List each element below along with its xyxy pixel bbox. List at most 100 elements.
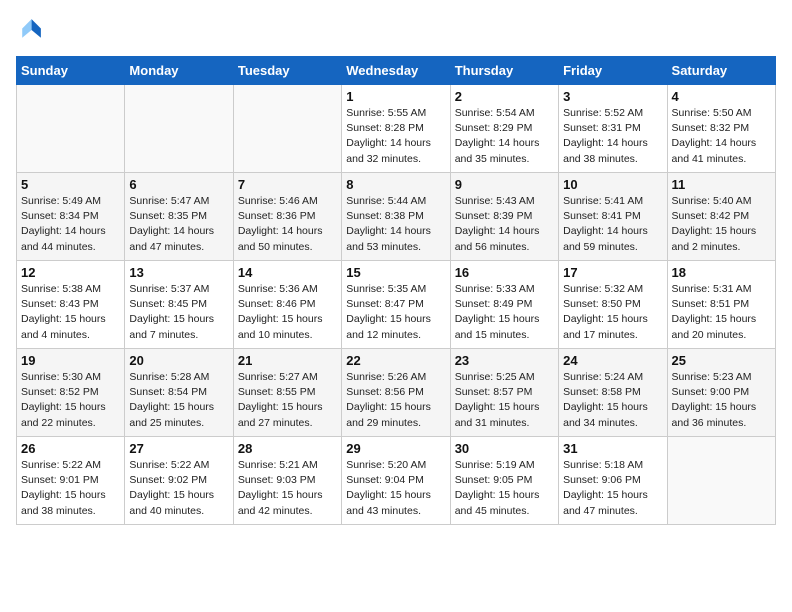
calendar-day-cell: 25Sunrise: 5:23 AMSunset: 9:00 PMDayligh…	[667, 349, 775, 437]
day-info: Sunrise: 5:28 AMSunset: 8:54 PMDaylight:…	[129, 370, 228, 431]
calendar-day-cell: 12 Sunrise: 5:38 AMSunset: 8:43 PMDayligh…	[17, 261, 125, 349]
day-number: 8	[346, 177, 445, 192]
day-number: 19	[21, 353, 120, 368]
day-number: 22	[346, 353, 445, 368]
calendar-day-cell: 20 Sunrise: 5:28 AMSunset: 8:54 PMDayligh…	[125, 349, 233, 437]
day-info: Sunrise: 5:50 AMSunset: 8:32 PMDaylight:…	[672, 106, 771, 167]
day-info: Sunrise: 5:27 AMSunset: 8:55 PMDaylight:…	[238, 370, 337, 431]
day-info: Sunrise: 5:20 AMSunset: 9:04 PMDaylight:…	[346, 458, 445, 519]
day-number: 20	[129, 353, 228, 368]
day-info: Sunrise: 5:49 AMSunset: 8:34 PMDaylight:…	[21, 194, 120, 255]
day-number: 26	[21, 441, 120, 456]
day-info: Sunrise: 5:22 AMSunset: 9:02 PMDaylight:…	[129, 458, 228, 519]
day-info: Sunrise: 5:31 AMSunset: 8:51 PMDaylight:…	[672, 282, 771, 343]
calendar-day-cell: 18 Sunrise: 5:31 AMSunset: 8:51 PMDayligh…	[667, 261, 775, 349]
day-number: 28	[238, 441, 337, 456]
calendar-day-cell: 28 Sunrise: 5:21 AMSunset: 9:03 PMDayligh…	[233, 437, 341, 525]
calendar-day-cell: 4 Sunrise: 5:50 AMSunset: 8:32 PMDaylight…	[667, 85, 775, 173]
day-number: 16	[455, 265, 554, 280]
calendar-week-row: 26 Sunrise: 5:22 AMSunset: 9:01 PMDayligh…	[17, 437, 776, 525]
day-info: Sunrise: 5:30 AMSunset: 8:52 PMDaylight:…	[21, 370, 120, 431]
day-number: 30	[455, 441, 554, 456]
calendar-day-cell: 1 Sunrise: 5:55 AMSunset: 8:28 PMDaylight…	[342, 85, 450, 173]
calendar-day-cell: 26 Sunrise: 5:22 AMSunset: 9:01 PMDayligh…	[17, 437, 125, 525]
calendar-day-cell	[233, 85, 341, 173]
day-info: Sunrise: 5:33 AMSunset: 8:49 PMDaylight:…	[455, 282, 554, 343]
calendar-day-cell: 9 Sunrise: 5:43 AMSunset: 8:39 PMDaylight…	[450, 173, 558, 261]
day-info: Sunrise: 5:18 AMSunset: 9:06 PMDaylight:…	[563, 458, 662, 519]
day-number: 15	[346, 265, 445, 280]
day-info: Sunrise: 5:44 AMSunset: 8:38 PMDaylight:…	[346, 194, 445, 255]
logo-icon	[16, 16, 44, 44]
day-info: Sunrise: 5:32 AMSunset: 8:50 PMDaylight:…	[563, 282, 662, 343]
day-info: Sunrise: 5:35 AMSunset: 8:47 PMDaylight:…	[346, 282, 445, 343]
calendar-day-cell: 5 Sunrise: 5:49 AMSunset: 8:34 PMDaylight…	[17, 173, 125, 261]
calendar-day-cell: 7 Sunrise: 5:46 AMSunset: 8:36 PMDaylight…	[233, 173, 341, 261]
calendar-day-cell: 3Sunrise: 5:52 AMSunset: 8:31 PMDaylight…	[559, 85, 667, 173]
calendar-day-cell: 21Sunrise: 5:27 AMSunset: 8:55 PMDayligh…	[233, 349, 341, 437]
day-info: Sunrise: 5:38 AMSunset: 8:43 PMDaylight:…	[21, 282, 120, 343]
calendar-table: SundayMondayTuesdayWednesdayThursdayFrid…	[16, 56, 776, 525]
day-number: 31	[563, 441, 662, 456]
day-info: Sunrise: 5:22 AMSunset: 9:01 PMDaylight:…	[21, 458, 120, 519]
day-number: 4	[672, 89, 771, 104]
day-number: 27	[129, 441, 228, 456]
day-number: 14	[238, 265, 337, 280]
calendar-day-cell: 17Sunrise: 5:32 AMSunset: 8:50 PMDayligh…	[559, 261, 667, 349]
calendar-week-row: 12 Sunrise: 5:38 AMSunset: 8:43 PMDayligh…	[17, 261, 776, 349]
day-info: Sunrise: 5:46 AMSunset: 8:36 PMDaylight:…	[238, 194, 337, 255]
day-number: 18	[672, 265, 771, 280]
day-number: 2	[455, 89, 554, 104]
day-number: 10	[563, 177, 662, 192]
calendar-week-row: 1 Sunrise: 5:55 AMSunset: 8:28 PMDaylight…	[17, 85, 776, 173]
logo	[16, 16, 48, 44]
day-number: 1	[346, 89, 445, 104]
day-info: Sunrise: 5:40 AMSunset: 8:42 PMDaylight:…	[672, 194, 771, 255]
calendar-day-cell: 22 Sunrise: 5:26 AMSunset: 8:56 PMDayligh…	[342, 349, 450, 437]
day-info: Sunrise: 5:26 AMSunset: 8:56 PMDaylight:…	[346, 370, 445, 431]
calendar-day-cell	[125, 85, 233, 173]
day-number: 13	[129, 265, 228, 280]
day-info: Sunrise: 5:25 AMSunset: 8:57 PMDaylight:…	[455, 370, 554, 431]
day-number: 5	[21, 177, 120, 192]
day-number: 24	[563, 353, 662, 368]
day-info: Sunrise: 5:19 AMSunset: 9:05 PMDaylight:…	[455, 458, 554, 519]
day-info: Sunrise: 5:36 AMSunset: 8:46 PMDaylight:…	[238, 282, 337, 343]
calendar-day-cell: 14 Sunrise: 5:36 AMSunset: 8:46 PMDayligh…	[233, 261, 341, 349]
weekday-header: Wednesday	[342, 57, 450, 85]
calendar-week-row: 19 Sunrise: 5:30 AMSunset: 8:52 PMDayligh…	[17, 349, 776, 437]
calendar-day-cell: 27 Sunrise: 5:22 AMSunset: 9:02 PMDayligh…	[125, 437, 233, 525]
calendar-day-cell: 24 Sunrise: 5:24 AMSunset: 8:58 PMDayligh…	[559, 349, 667, 437]
calendar-day-cell: 11 Sunrise: 5:40 AMSunset: 8:42 PMDayligh…	[667, 173, 775, 261]
weekday-header: Saturday	[667, 57, 775, 85]
calendar-day-cell	[17, 85, 125, 173]
calendar-day-cell: 10 Sunrise: 5:41 AMSunset: 8:41 PMDayligh…	[559, 173, 667, 261]
calendar-day-cell: 23 Sunrise: 5:25 AMSunset: 8:57 PMDayligh…	[450, 349, 558, 437]
calendar-week-row: 5 Sunrise: 5:49 AMSunset: 8:34 PMDaylight…	[17, 173, 776, 261]
calendar-day-cell: 29 Sunrise: 5:20 AMSunset: 9:04 PMDayligh…	[342, 437, 450, 525]
page-header	[16, 16, 776, 44]
day-info: Sunrise: 5:37 AMSunset: 8:45 PMDaylight:…	[129, 282, 228, 343]
weekday-header: Monday	[125, 57, 233, 85]
calendar-day-cell: 6 Sunrise: 5:47 AMSunset: 8:35 PMDaylight…	[125, 173, 233, 261]
day-number: 29	[346, 441, 445, 456]
day-info: Sunrise: 5:43 AMSunset: 8:39 PMDaylight:…	[455, 194, 554, 255]
weekday-header: Sunday	[17, 57, 125, 85]
calendar-day-cell: 19 Sunrise: 5:30 AMSunset: 8:52 PMDayligh…	[17, 349, 125, 437]
day-number: 9	[455, 177, 554, 192]
day-number: 23	[455, 353, 554, 368]
day-info: Sunrise: 5:47 AMSunset: 8:35 PMDaylight:…	[129, 194, 228, 255]
day-info: Sunrise: 5:41 AMSunset: 8:41 PMDaylight:…	[563, 194, 662, 255]
day-number: 25	[672, 353, 771, 368]
day-number: 12	[21, 265, 120, 280]
calendar-day-cell: 13 Sunrise: 5:37 AMSunset: 8:45 PMDayligh…	[125, 261, 233, 349]
day-number: 11	[672, 177, 771, 192]
day-info: Sunrise: 5:55 AMSunset: 8:28 PMDaylight:…	[346, 106, 445, 167]
day-info: Sunrise: 5:21 AMSunset: 9:03 PMDaylight:…	[238, 458, 337, 519]
day-number: 6	[129, 177, 228, 192]
calendar-day-cell: 15 Sunrise: 5:35 AMSunset: 8:47 PMDayligh…	[342, 261, 450, 349]
day-info: Sunrise: 5:52 AMSunset: 8:31 PMDaylight:…	[563, 106, 662, 167]
day-info: Sunrise: 5:24 AMSunset: 8:58 PMDaylight:…	[563, 370, 662, 431]
calendar-day-cell: 8 Sunrise: 5:44 AMSunset: 8:38 PMDaylight…	[342, 173, 450, 261]
day-number: 7	[238, 177, 337, 192]
